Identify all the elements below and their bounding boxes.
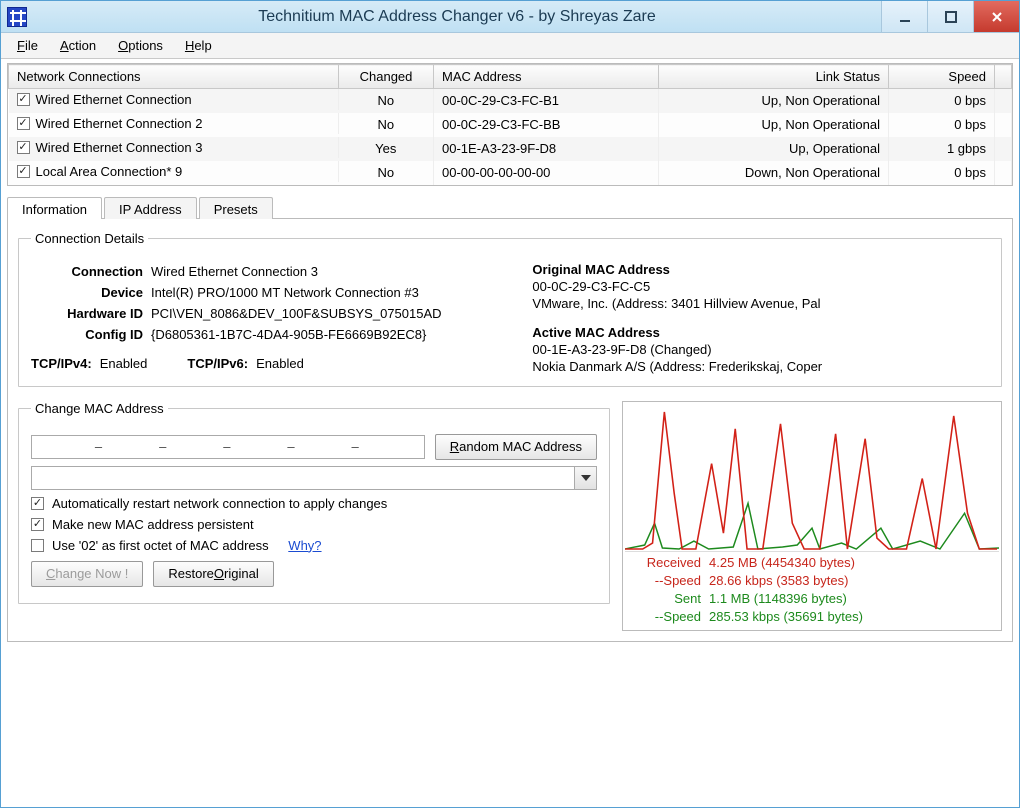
connections-table[interactable]: Network Connections Changed MAC Address … (7, 63, 1013, 186)
why-link[interactable]: Why? (288, 538, 321, 553)
row-checkbox[interactable] (17, 165, 30, 178)
row-checkbox[interactable] (17, 93, 30, 106)
col-speed[interactable]: Speed (889, 65, 995, 89)
label-connection: Connection (31, 264, 151, 279)
row-speed: 0 bps (889, 89, 995, 113)
value-ipv6: Enabled (256, 356, 304, 371)
row-name: Wired Ethernet Connection 3 (36, 140, 203, 155)
col-link[interactable]: Link Status (659, 65, 889, 89)
table-row[interactable]: Wired Ethernet Connection 2 No00-0C-29-C3… (9, 113, 1012, 137)
titlebar: Technitium MAC Address Changer v6 - by S… (1, 1, 1019, 33)
row-speed: 0 bps (889, 161, 995, 185)
change-mac-group: Change MAC Address ––––– Random MAC Addr… (18, 401, 610, 604)
label-sent: Sent (629, 590, 709, 608)
menu-file[interactable]: File (7, 35, 48, 56)
tabs: Information IP Address Presets (7, 196, 1013, 218)
connection-details-group: Connection Details ConnectionWired Ether… (18, 231, 1002, 387)
value-original-vendor: VMware, Inc. (Address: 3401 Hillview Ave… (532, 296, 989, 311)
row-changed: No (339, 113, 434, 137)
row-name: Local Area Connection* 9 (36, 164, 183, 179)
label-ipv6: TCP/IPv6: (187, 356, 248, 371)
restore-original-button[interactable]: Restore Original (153, 561, 273, 587)
row-changed: No (339, 89, 434, 113)
minimize-button[interactable] (881, 1, 927, 32)
value-connection: Wired Ethernet Connection 3 (151, 264, 510, 279)
change-now-button[interactable]: Change Now ! (31, 561, 143, 587)
label-cfgid: Config ID (31, 327, 151, 342)
row-mac: 00-0C-29-C3-FC-B1 (434, 89, 659, 113)
row-checkbox[interactable] (17, 117, 30, 130)
row-speed: 1 gbps (889, 137, 995, 161)
value-device: Intel(R) PRO/1000 MT Network Connection … (151, 285, 510, 300)
row-link: Up, Non Operational (659, 113, 889, 137)
change-mac-legend: Change MAC Address (31, 401, 168, 416)
window-title: Technitium MAC Address Changer v6 - by S… (33, 8, 881, 26)
value-received: 4.25 MB (4454340 bytes) (709, 554, 855, 572)
traffic-chart (625, 404, 999, 552)
label-ipv4: TCP/IPv4: (31, 356, 92, 371)
row-name: Wired Ethernet Connection (36, 92, 192, 107)
label-active-mac: Active MAC Address (532, 325, 989, 340)
connection-details-legend: Connection Details (31, 231, 148, 246)
row-link: Up, Non Operational (659, 89, 889, 113)
label-hwid: Hardware ID (31, 306, 151, 321)
table-row[interactable]: Local Area Connection* 9 No00-00-00-00-00… (9, 161, 1012, 185)
value-received-speed: 28.66 kbps (3583 bytes) (709, 572, 848, 590)
tab-information[interactable]: Information (7, 197, 102, 219)
menu-help[interactable]: Help (175, 35, 222, 56)
col-changed[interactable]: Changed (339, 65, 434, 89)
label-first-02: Use '02' as first octet of MAC address (52, 538, 269, 553)
menu-options[interactable]: Options (108, 35, 173, 56)
value-original-mac: 00-0C-29-C3-FC-C5 (532, 279, 989, 294)
label-persistent: Make new MAC address persistent (52, 517, 254, 532)
details-right: Original MAC Address 00-0C-29-C3-FC-C5 V… (532, 258, 989, 376)
col-name[interactable]: Network Connections (9, 65, 339, 89)
label-auto-restart: Automatically restart network connection… (52, 496, 387, 511)
row-link: Up, Operational (659, 137, 889, 161)
value-active-mac: 00-1E-A3-23-9F-D8 (Changed) (532, 342, 989, 357)
row-mac: 00-0C-29-C3-FC-BB (434, 113, 659, 137)
tab-panel-information: Connection Details ConnectionWired Ether… (7, 218, 1013, 643)
row-changed: No (339, 161, 434, 185)
tab-ip-address[interactable]: IP Address (104, 197, 197, 219)
app-icon (7, 7, 27, 27)
mac-input[interactable]: ––––– (31, 435, 425, 459)
row-mac: 00-1E-A3-23-9F-D8 (434, 137, 659, 161)
table-row[interactable]: Wired Ethernet Connection 3 Yes00-1E-A3-2… (9, 137, 1012, 161)
traffic-graph: Received4.25 MB (4454340 bytes) --Speed2… (622, 401, 1002, 632)
row-mac: 00-00-00-00-00-00 (434, 161, 659, 185)
value-cfgid: {D6805361-1B7C-4DA4-905B-FE6669B92EC8} (151, 327, 510, 342)
traffic-stats: Received4.25 MB (4454340 bytes) --Speed2… (625, 552, 999, 627)
details-left: ConnectionWired Ethernet Connection 3 De… (31, 258, 510, 376)
value-ipv4: Enabled (100, 356, 148, 371)
maximize-button[interactable] (927, 1, 973, 32)
label-sent-speed: --Speed (629, 608, 709, 626)
chevron-down-icon[interactable] (574, 467, 596, 489)
col-mac[interactable]: MAC Address (434, 65, 659, 89)
value-active-vendor: Nokia Danmark A/S (Address: Frederikskaj… (532, 359, 989, 374)
value-sent: 1.1 MB (1148396 bytes) (709, 590, 847, 608)
row-name: Wired Ethernet Connection 2 (36, 116, 203, 131)
value-sent-speed: 285.53 kbps (35691 bytes) (709, 608, 863, 626)
menu-action[interactable]: Action (50, 35, 106, 56)
table-row[interactable]: Wired Ethernet Connection No00-0C-29-C3-F… (9, 89, 1012, 113)
row-link: Down, Non Operational (659, 161, 889, 185)
tab-presets[interactable]: Presets (199, 197, 273, 219)
close-button[interactable] (973, 1, 1019, 32)
row-changed: Yes (339, 137, 434, 161)
checkbox-persistent[interactable] (31, 518, 44, 531)
col-spacer (995, 65, 1012, 89)
label-received-speed: --Speed (629, 572, 709, 590)
menubar: File Action Options Help (1, 33, 1019, 59)
checkbox-first-02[interactable] (31, 539, 44, 552)
row-speed: 0 bps (889, 113, 995, 137)
checkbox-auto-restart[interactable] (31, 497, 44, 510)
value-hwid: PCI\VEN_8086&DEV_100F&SUBSYS_075015AD (151, 306, 510, 321)
label-device: Device (31, 285, 151, 300)
vendor-combo[interactable] (31, 466, 597, 490)
label-original-mac: Original MAC Address (532, 262, 989, 277)
row-checkbox[interactable] (17, 141, 30, 154)
label-received: Received (629, 554, 709, 572)
random-mac-button[interactable]: Random MAC Address (435, 434, 597, 460)
